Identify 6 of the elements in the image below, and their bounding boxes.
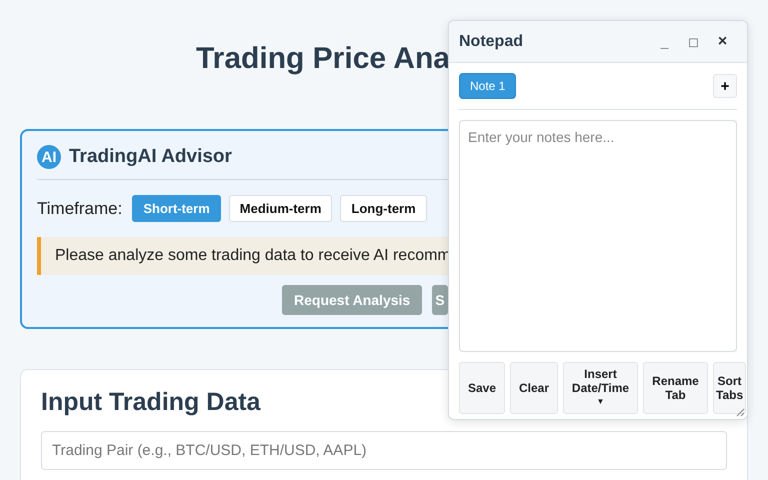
advisor-title: TradingAI Advisor: [69, 146, 232, 168]
timeframe-label: Timeframe:: [37, 198, 122, 218]
page-title: Trading Price Ana: [196, 41, 450, 77]
section-title: Input Trading Data: [41, 388, 260, 417]
logo-badge: AI: [37, 145, 61, 169]
notepad-title: Notepad: [459, 32, 524, 50]
